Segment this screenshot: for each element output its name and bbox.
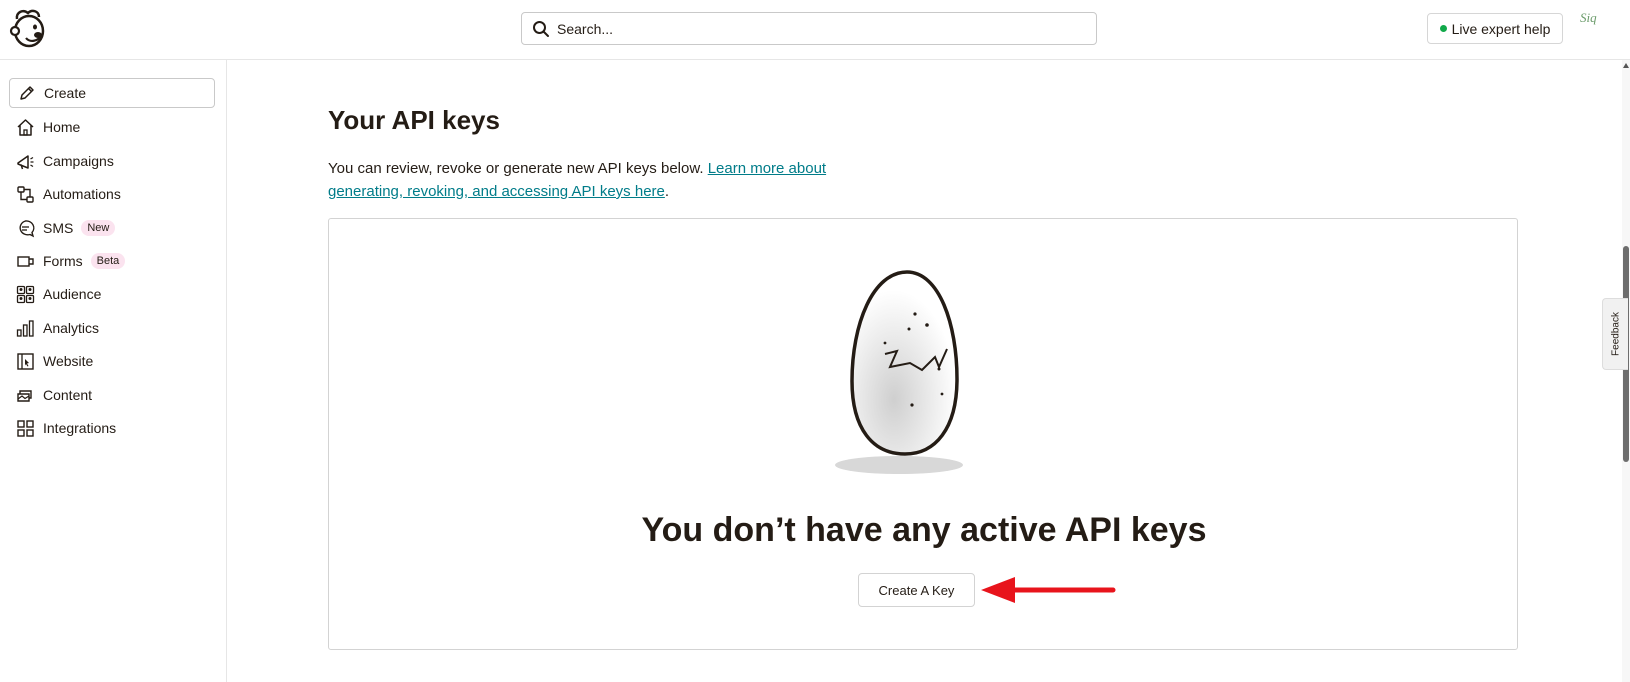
bar-chart-icon (16, 319, 34, 337)
red-arrow-annotation (981, 577, 1116, 603)
sidebar-item-home[interactable]: Home (16, 115, 80, 139)
sidebar-item-label: Home (43, 119, 81, 135)
mailchimp-logo-icon[interactable] (8, 7, 48, 51)
sidebar-item-label: Website (43, 353, 94, 369)
account-logo-text: Siq (1580, 10, 1597, 25)
automation-flow-icon (17, 185, 34, 203)
sidebar-item-label: Audience (43, 286, 102, 302)
beta-badge: Beta (90, 253, 126, 269)
sidebar-item-forms[interactable]: Forms Beta (16, 249, 126, 273)
create-button[interactable]: Create (9, 78, 215, 108)
live-expert-help-button[interactable]: Live expert help (1427, 13, 1563, 44)
sidebar-item-label: Content (43, 387, 93, 403)
empty-state-title: You don’t have any active API keys (641, 511, 1207, 549)
website-icon (17, 352, 34, 370)
chat-bubble-icon (19, 219, 35, 237)
sidebar-item-campaigns[interactable]: Campaigns (16, 149, 114, 173)
live-expert-help-label: Live expert help (1451, 20, 1551, 37)
sidebar-item-analytics[interactable]: Analytics (16, 316, 99, 340)
sidebar-item-label: Automations (43, 186, 121, 202)
create-a-key-button[interactable]: Create A Key (858, 573, 975, 607)
create-label: Create (44, 85, 87, 101)
pencil-icon (20, 86, 34, 100)
account-logo[interactable]: Siq (1580, 10, 1624, 26)
top-bar: Live expert help Siq (0, 0, 1630, 60)
grid-icon (17, 419, 34, 437)
search-input[interactable] (557, 20, 1057, 37)
page-scrollbar[interactable] (1622, 60, 1630, 682)
sidebar-item-label: Analytics (43, 320, 100, 336)
sidebar: Create Home Campaigns Automations SMS Ne… (0, 60, 227, 682)
online-status-dot (1439, 25, 1447, 32)
scroll-up-arrow-icon[interactable] (1623, 63, 1629, 68)
description-text: You can review, revoke or generate new A… (328, 160, 704, 177)
megaphone-icon (17, 154, 34, 169)
search-icon (533, 20, 549, 37)
home-icon (17, 118, 34, 136)
audience-icon (16, 285, 35, 303)
sidebar-item-label: Forms (43, 253, 83, 269)
search-bar[interactable] (521, 12, 1097, 45)
sidebar-item-sms[interactable]: SMS New (16, 216, 116, 240)
feedback-tab[interactable]: Feedback (1602, 298, 1628, 370)
sidebar-item-automations[interactable]: Automations (16, 182, 121, 206)
sidebar-item-label: SMS (43, 220, 74, 236)
sidebar-item-label: Integrations (43, 420, 117, 436)
sidebar-item-integrations[interactable]: Integrations (16, 416, 116, 440)
description-end: . (664, 183, 670, 200)
new-badge: New (81, 220, 116, 236)
empty-state-card: You don’t have any active API keys Creat… (328, 218, 1518, 650)
sidebar-item-label: Campaigns (43, 153, 114, 169)
main-content: Your API keys You can review, revoke or … (228, 60, 1612, 682)
content-icon (17, 389, 32, 402)
sidebar-item-website[interactable]: Website (16, 349, 93, 373)
sidebar-item-audience[interactable]: Audience (16, 282, 101, 306)
page-title: Your API keys (328, 105, 500, 135)
sidebar-item-content[interactable]: Content (16, 383, 92, 407)
page-description: You can review, revoke or generate new A… (328, 157, 888, 203)
form-icon (17, 255, 34, 267)
cracked-egg-illustration (835, 270, 963, 474)
feedback-label: Feedback (1610, 312, 1621, 356)
